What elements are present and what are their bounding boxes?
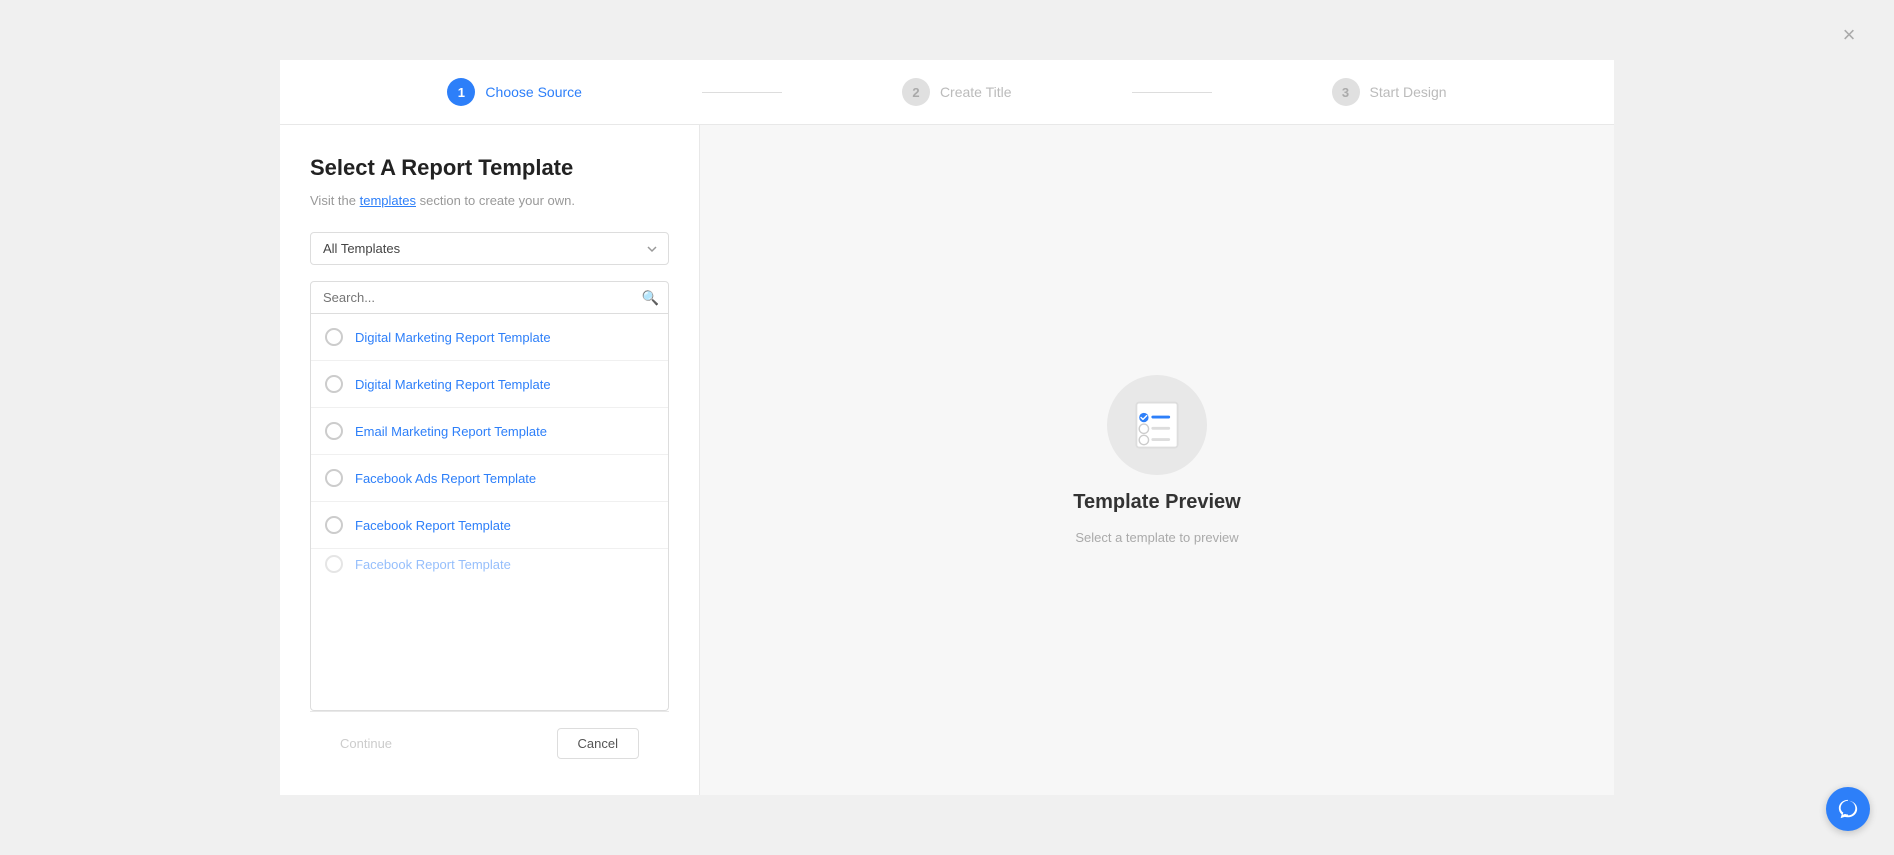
step-1-label: Choose Source — [485, 84, 582, 100]
step-2-circle: 2 — [902, 78, 930, 106]
template-item[interactable]: Digital Marketing Report Template — [311, 361, 668, 408]
template-item-label: Facebook Report Template — [355, 557, 511, 572]
template-item[interactable]: Digital Marketing Report Template — [311, 314, 668, 361]
step-3-label: Start Design — [1370, 84, 1447, 100]
template-item-label: Email Marketing Report Template — [355, 424, 547, 439]
modal-container: 1 Choose Source 2 Create Title 3 Start D… — [280, 60, 1614, 795]
step-divider-1 — [702, 92, 782, 93]
search-icon: 🔍 — [642, 289, 659, 306]
template-item-label: Facebook Report Template — [355, 518, 511, 533]
template-item[interactable]: Facebook Report Template — [311, 549, 668, 579]
radio-circle — [325, 469, 343, 487]
step-1: 1 Choose Source — [447, 78, 582, 106]
templates-link[interactable]: templates — [360, 193, 416, 208]
modal-body: Select A Report Template Visit the templ… — [280, 125, 1614, 795]
template-item[interactable]: Facebook Report Template — [311, 502, 668, 549]
continue-button[interactable]: Continue — [340, 736, 392, 751]
radio-circle — [325, 375, 343, 393]
chat-widget[interactable] — [1826, 787, 1870, 831]
template-item[interactable]: Email Marketing Report Template — [311, 408, 668, 455]
radio-circle — [325, 555, 343, 573]
modal-footer: Continue Cancel — [310, 711, 669, 775]
subtitle-suffix: section to create your own. — [416, 193, 575, 208]
left-panel: Select A Report Template Visit the templ… — [280, 125, 700, 795]
stepper: 1 Choose Source 2 Create Title 3 Start D… — [280, 60, 1614, 125]
step-3-circle: 3 — [1332, 78, 1360, 106]
panel-title: Select A Report Template — [310, 155, 669, 181]
template-list: Digital Marketing Report Template Digita… — [310, 314, 669, 711]
panel-subtitle: Visit the templates section to create yo… — [310, 193, 669, 208]
radio-circle — [325, 422, 343, 440]
step-2: 2 Create Title — [902, 78, 1012, 106]
right-panel: Template Preview Select a template to pr… — [700, 125, 1614, 795]
template-preview-icon — [1107, 375, 1207, 475]
preview-title: Template Preview — [1073, 491, 1240, 514]
search-container: 🔍 — [310, 281, 669, 314]
radio-circle — [325, 516, 343, 534]
step-1-circle: 1 — [447, 78, 475, 106]
template-filter-select[interactable]: All Templates — [310, 232, 669, 265]
step-3: 3 Start Design — [1332, 78, 1447, 106]
step-divider-2 — [1132, 92, 1212, 93]
template-item-label: Digital Marketing Report Template — [355, 377, 551, 392]
search-input[interactable] — [310, 281, 669, 314]
step-2-label: Create Title — [940, 84, 1012, 100]
preview-subtitle: Select a template to preview — [1075, 530, 1238, 545]
close-button[interactable]: × — [1834, 20, 1864, 50]
template-item-label: Digital Marketing Report Template — [355, 330, 551, 345]
template-item[interactable]: Facebook Ads Report Template — [311, 455, 668, 502]
template-item-label: Facebook Ads Report Template — [355, 471, 536, 486]
subtitle-prefix: Visit the — [310, 193, 360, 208]
cancel-button[interactable]: Cancel — [557, 728, 639, 759]
radio-circle — [325, 328, 343, 346]
